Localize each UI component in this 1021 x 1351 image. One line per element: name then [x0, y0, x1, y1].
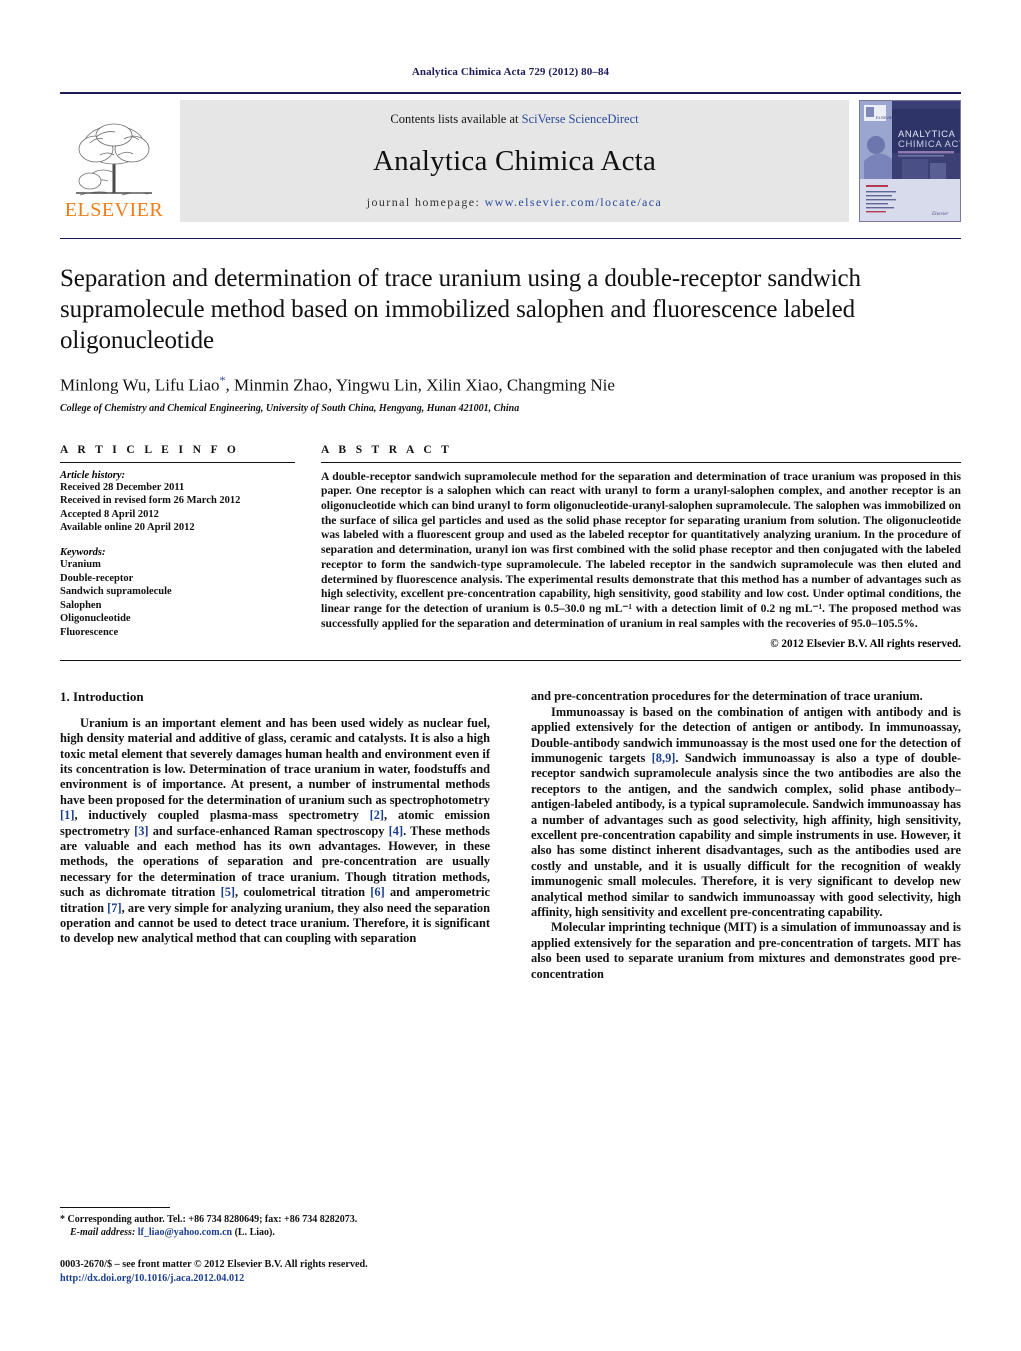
keywords-block: Keywords: Uranium Double-receptor Sandwi… — [60, 547, 295, 640]
authors-first: Minlong Wu, Lifu Liao — [60, 375, 220, 395]
article-history-list: Received 28 December 2011 Received in re… — [60, 481, 295, 535]
info-divider-top — [60, 461, 295, 463]
citation-reference[interactable]: [5] — [221, 885, 235, 899]
article-info-heading: A R T I C L E I N F O — [60, 443, 240, 456]
keyword-item: Fluorescence — [60, 627, 119, 638]
corresponding-author-note: * Corresponding author. Tel.: +86 734 82… — [60, 1213, 490, 1239]
contents-prefix: Contents lists available at — [390, 112, 522, 126]
running-head: Analytica Chimica Acta 729 (2012) 80–84 — [411, 66, 610, 78]
doi-link[interactable]: http://dx.doi.org/10.1016/j.aca.2012.04.… — [60, 1272, 490, 1285]
imprint-block: 0003-2670/$ – see front matter © 2012 El… — [60, 1258, 490, 1285]
history-item: Accepted 8 April 2012 — [60, 508, 159, 520]
page-title: Separation and determination of trace ur… — [60, 265, 861, 354]
footnote-rule — [60, 1207, 170, 1209]
journal-cover-thumbnail: ELSEVIER ANALYTICA CHIMICA ACTA Elsevier — [859, 100, 961, 222]
masthead-bottom-rule — [60, 238, 961, 239]
paper-page: Analytica Chimica Acta 729 (2012) 80–84 — [0, 0, 1021, 1351]
abstract-heading: A B S T R A C T — [321, 443, 453, 456]
citation-reference[interactable]: [6] — [370, 885, 384, 899]
email-owner: (L. Liao). — [234, 1227, 275, 1239]
paragraph: Immunoassay is based on the combination … — [531, 704, 961, 920]
body-right-column: and pre-concentration procedures for the… — [531, 689, 961, 982]
journal-title: Analytica Chimica Acta — [372, 144, 657, 177]
history-item: Received 28 December 2011 — [60, 481, 185, 493]
journal-band: Contents lists available at SciVerse Sci… — [180, 100, 849, 222]
citation-reference[interactable]: [2] — [370, 808, 384, 822]
email-label: E-mail address: — [70, 1227, 136, 1239]
contents-available-line: Contents lists available at SciVerse Sci… — [390, 112, 638, 127]
svg-text:CHIMICA ACTA: CHIMICA ACTA — [898, 139, 960, 150]
paragraph: Uranium is an important element and has … — [60, 715, 490, 946]
article-history-label: Article history: — [60, 469, 126, 481]
page-footer: * Corresponding author. Tel.: +86 734 82… — [60, 1207, 490, 1285]
keyword-item: Salophen — [60, 599, 102, 611]
keywords-label: Keywords: — [60, 547, 106, 559]
body-columns: 1. Introduction Uranium is an important … — [60, 689, 961, 982]
author-list: Minlong Wu, Lifu Liao*, Minmin Zhao, Yin… — [60, 373, 961, 396]
elsevier-tree-icon — [76, 123, 152, 196]
corresponding-author-text: Corresponding author. Tel.: +86 734 8280… — [67, 1214, 358, 1226]
paragraph: and pre-concentration procedures for the… — [531, 689, 923, 704]
citation-reference[interactable]: [1] — [60, 808, 74, 822]
email-link[interactable]: lf_liao@yahoo.com.cn — [138, 1227, 232, 1238]
homepage-url-link[interactable]: www.elsevier.com/locate/aca — [485, 195, 663, 209]
abstract-divider-top — [321, 461, 961, 463]
abstract-copyright: © 2012 Elsevier B.V. All rights reserved… — [770, 638, 961, 651]
cover-artwork: ELSEVIER ANALYTICA CHIMICA ACTA Elsevier — [860, 101, 960, 221]
svg-text:ELSEVIER: ELSEVIER — [876, 115, 896, 120]
elsevier-wordmark: ELSEVIER — [64, 199, 164, 221]
citation-reference[interactable]: [7] — [107, 901, 121, 915]
citation-reference[interactable]: [8,9] — [652, 751, 676, 765]
info-abstract-region: A R T I C L E I N F O Article history: R… — [60, 443, 961, 651]
homepage-prefix: journal homepage: — [366, 195, 485, 209]
article-info-column: A R T I C L E I N F O Article history: R… — [60, 444, 295, 651]
keyword-item: Double-receptor — [60, 572, 134, 584]
body-left-column: 1. Introduction Uranium is an important … — [60, 689, 490, 982]
history-item: Received in revised form 26 March 2012 — [60, 495, 241, 507]
svg-text:Elsevier: Elsevier — [931, 212, 948, 217]
abstract-column: A B S T R A C T A double-receptor sandwi… — [321, 443, 961, 651]
issn-line: 0003-2670/$ – see front matter © 2012 El… — [60, 1259, 368, 1271]
journal-masthead: ELSEVIER Contents lists available at Sci… — [60, 92, 961, 222]
keyword-item: Uranium — [60, 559, 101, 571]
paragraph: Molecular imprinting technique (MIT) is … — [531, 920, 961, 981]
section-heading-introduction: 1. Introduction — [60, 689, 144, 705]
citation-reference[interactable]: [3] — [134, 824, 148, 838]
footnote-marker: * — [60, 1214, 65, 1226]
citation-reference[interactable]: [4] — [389, 824, 403, 838]
journal-homepage-line: journal homepage: www.elsevier.com/locat… — [367, 195, 662, 210]
keywords-list: Uranium Double-receptor Sandwich supramo… — [60, 558, 295, 640]
affiliation: College of Chemistry and Chemical Engine… — [60, 402, 520, 414]
abstract-divider-bottom — [60, 660, 961, 662]
history-item: Available online 20 April 2012 — [60, 522, 195, 534]
authors-rest: , Minmin Zhao, Yingwu Lin, Xilin Xiao, C… — [225, 375, 615, 395]
sciencedirect-link[interactable]: SciVerse ScienceDirect — [522, 112, 639, 126]
keyword-item: Oligonucleotide — [60, 613, 131, 625]
keyword-item: Sandwich supramolecule — [60, 586, 172, 598]
abstract-text: A double-receptor sandwich supramolecule… — [321, 469, 961, 630]
elsevier-logo: ELSEVIER — [60, 100, 168, 222]
